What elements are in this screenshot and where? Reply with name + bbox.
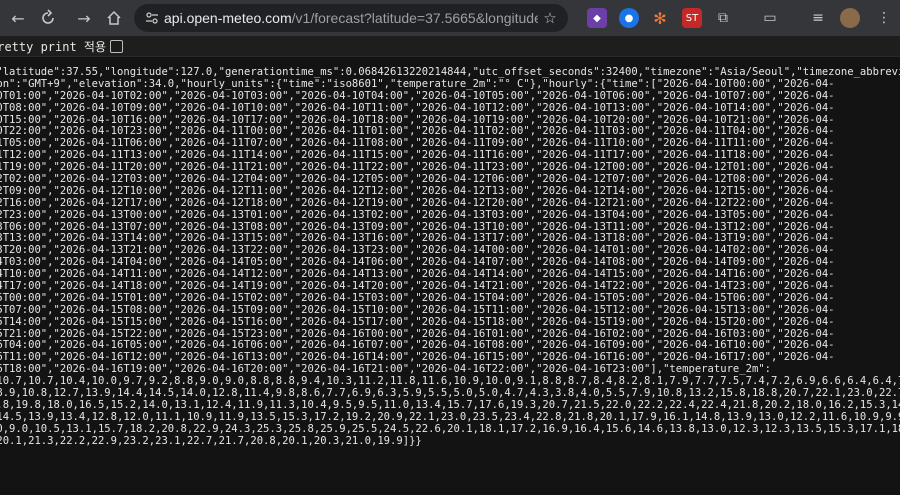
json-line: {"latitude":37.55,"longitude":127.0,"gen… xyxy=(0,67,900,78)
url-path: /v1/forecast?latitude=37.5665&longitude=… xyxy=(291,10,538,26)
url-text[interactable]: api.open-meteo.com/v1/forecast?latitude=… xyxy=(164,10,538,26)
extension-flower-icon[interactable]: ✻ xyxy=(650,8,670,28)
json-response: {"latitude":37.55,"longitude":127.0,"gen… xyxy=(0,67,900,448)
json-line: 1.8,19.8,18.0,16.5,15.2,14.0,13.1,12.4,1… xyxy=(0,399,900,411)
extension-gem-icon[interactable]: ◆ xyxy=(587,8,607,28)
reading-list-icon[interactable]: ≡ xyxy=(808,8,828,28)
extension-icon[interactable]: ⧉ xyxy=(713,8,733,28)
extension-circle-icon[interactable]: ● xyxy=(619,8,639,28)
back-icon[interactable]: ← xyxy=(4,4,32,32)
forward-icon[interactable]: → xyxy=(70,4,98,32)
json-line: 12T16:00","2026-04-12T17:00","2026-04-12… xyxy=(0,197,835,209)
browser-toolbar: ← → api.open-meteo.com/v1/forecast?latit… xyxy=(0,0,900,36)
json-line: 12T23:00","2026-04-13T00:00","2026-04-13… xyxy=(0,209,835,221)
json-line: 13T13:00","2026-04-13T14:00","2026-04-13… xyxy=(0,233,835,245)
menu-icon[interactable]: ⋮ xyxy=(874,8,894,28)
json-line: .0,9.0,10.5,13.1,15.7,18.2,20.8,22.9,24.… xyxy=(0,423,900,435)
address-bar[interactable]: api.open-meteo.com/v1/forecast?latitude=… xyxy=(134,4,568,32)
pretty-print-bar: pretty print 적용 xyxy=(0,36,900,57)
avatar[interactable] xyxy=(840,8,860,28)
pretty-print-label: pretty print 적용 xyxy=(0,39,107,54)
json-line: 10T22:00","2026-04-10T23:00","2026-04-11… xyxy=(0,126,835,138)
home-icon[interactable] xyxy=(100,4,128,32)
json-line: ,8.9,10.8,12.7,13.9,14.4,14.5,14.0,12.8,… xyxy=(0,388,900,400)
url-host: api.open-meteo.com xyxy=(164,10,292,26)
json-line: 11T05:00","2026-04-11T06:00","2026-04-11… xyxy=(0,138,835,150)
json-line: 11T12:00","2026-04-11T13:00","2026-04-11… xyxy=(0,150,835,162)
json-line: 10T08:00","2026-04-10T09:00","2026-04-10… xyxy=(0,102,835,114)
json-line: 10T15:00","2026-04-10T16:00","2026-04-10… xyxy=(0,114,835,126)
json-line: 13T20:00","2026-04-13T21:00","2026-04-13… xyxy=(0,245,835,257)
json-line: [10.7,10.7,10.4,10.0,9.7,9.2,8.8,9.0,9.0… xyxy=(0,376,900,388)
json-line: 14T10:00","2026-04-14T11:00","2026-04-14… xyxy=(0,269,835,281)
json-line: 16T04:00","2026-04-16T05:00","2026-04-16… xyxy=(0,340,835,352)
json-line: 13T06:00","2026-04-13T07:00","2026-04-13… xyxy=(0,221,835,233)
json-line: 12T02:00","2026-04-12T03:00","2026-04-12… xyxy=(0,174,835,186)
sidepanel-icon[interactable]: ▭ xyxy=(760,8,780,28)
json-line: 15T07:00","2026-04-15T08:00","2026-04-15… xyxy=(0,304,835,316)
json-line: 12T09:00","2026-04-12T10:00","2026-04-12… xyxy=(0,185,835,197)
json-line: ,20.1,21.3,22.2,22.9,23.2,23.1,22.7,21.7… xyxy=(0,435,422,447)
json-line: ion":"GMT+9","elevation":34.0,"hourly_un… xyxy=(0,78,835,90)
json-line: 14T17:00","2026-04-14T18:00","2026-04-14… xyxy=(0,281,835,293)
star-icon[interactable]: ☆ xyxy=(538,9,562,27)
json-line: 10T01:00","2026-04-10T02:00","2026-04-10… xyxy=(0,90,835,102)
extension-st-icon[interactable]: ST xyxy=(682,8,702,28)
json-line: 11T19:00","2026-04-11T20:00","2026-04-11… xyxy=(0,162,835,174)
json-line: 15T21:00","2026-04-15T22:00","2026-04-15… xyxy=(0,328,835,340)
refresh-icon[interactable] xyxy=(34,4,62,32)
tune-icon[interactable] xyxy=(140,11,164,25)
json-line: 16T18:00","2026-04-16T19:00","2026-04-16… xyxy=(0,364,772,376)
json-line: ,14.5,13.9,13.4,12.8,12.0,11.1,10.9,11.9… xyxy=(0,411,900,423)
json-line: 16T11:00","2026-04-16T12:00","2026-04-16… xyxy=(0,352,835,364)
json-line: 15T14:00","2026-04-15T15:00","2026-04-15… xyxy=(0,316,835,328)
json-line: 14T03:00","2026-04-14T04:00","2026-04-14… xyxy=(0,257,835,269)
json-line: 15T00:00","2026-04-15T01:00","2026-04-15… xyxy=(0,292,835,304)
pretty-print-checkbox[interactable] xyxy=(110,39,124,53)
